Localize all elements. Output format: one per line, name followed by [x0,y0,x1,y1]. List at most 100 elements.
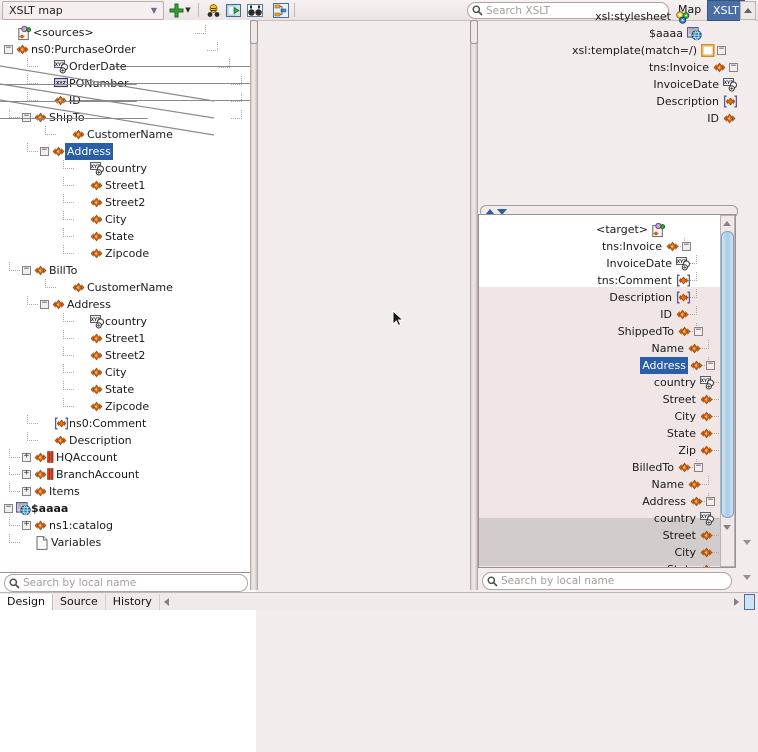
template-icon [701,44,715,57]
xsltree-row[interactable]: − xsl:template(match=/) [570,42,726,59]
left-splitter-grip[interactable] [250,20,258,44]
left-splitter[interactable] [250,20,258,590]
element-icon [700,444,713,457]
element-icon [723,112,736,125]
element-icon [700,427,713,440]
source-search-field[interactable] [4,574,248,592]
element-icon [666,240,679,253]
xsltree-row[interactable]: XYZ InvoiceDate [651,76,750,93]
layout-button[interactable] [271,1,291,19]
outer-scroll-down-icon[interactable] [743,540,751,545]
element-icon [688,478,701,491]
tgttree-row[interactable]: XYZ InvoiceDate [604,255,703,272]
collapse-toggle[interactable]: − [706,360,715,370]
element-icon [700,563,713,567]
tgttree-row[interactable]: XYZ country [652,510,727,527]
tgttree-row-label: <target> [596,223,648,236]
xsltree-row[interactable]: − tns:Invoice [647,59,738,76]
tgttree-row-label: tns:Invoice [601,240,662,253]
tgttree-row[interactable]: <target> [594,221,679,238]
outer-scroll-down-icon-2[interactable] [743,575,751,580]
tgttree-row[interactable]: − tns:Invoice [600,238,691,255]
tgttree-row[interactable]: ID [658,306,703,323]
tgttree-row[interactable]: − ShippedTo [616,323,703,340]
tgttree-row-label: ShippedTo [617,325,674,338]
source-search-input[interactable] [23,577,247,589]
tgttree-row-label: country [653,512,696,525]
tgttree-row[interactable]: Name [650,476,715,493]
tgttree-row-label: BilledTo [631,461,674,474]
element-icon [688,342,701,355]
element-icon [713,61,726,74]
tab-source[interactable]: Source [53,593,106,610]
attribute-icon: XYZ [676,257,690,271]
bottom-tab-bar: Design Source History [0,592,758,610]
tab-scroll-right-icon[interactable] [734,597,739,606]
tgttree-row[interactable]: − BilledTo [630,459,703,476]
collapse-toggle[interactable]: − [694,462,703,472]
element-icon [676,308,689,321]
tgttree-row[interactable]: tns:Comment [595,272,703,289]
attribute-icon: XYZ [700,376,714,390]
tgttree-row[interactable]: State [665,561,727,567]
right-splitter-grip[interactable] [470,20,478,44]
collapse-toggle[interactable]: − [694,326,703,336]
collapse-toggle[interactable]: − [706,496,715,506]
element-icon [690,359,703,372]
attribute-icon: XYZ [700,512,714,526]
element-icon [700,393,713,406]
xsltree-row[interactable]: Description [654,93,750,110]
tgttree-row[interactable]: State [665,425,727,442]
test-button[interactable] [245,1,265,19]
comment-icon [676,274,691,287]
target-search-field[interactable] [482,572,732,590]
tab-design-label: Design [7,595,45,608]
tgttree-row[interactable]: Street [661,527,727,544]
comment-icon [723,95,738,108]
collapse-toggle[interactable]: − [717,45,726,55]
view-toggle-xslt-label: XSLT [713,4,739,17]
tgttree-row-label: tns:Comment [597,274,672,287]
target-search-input[interactable] [501,575,731,587]
target-scroll-up-icon[interactable] [723,221,731,226]
tgttree-row-label: Address [642,495,686,508]
tgttree-row[interactable]: Name [650,340,715,357]
xsltree-row[interactable]: $aaaa [647,25,714,42]
tgttree-row[interactable]: Street [661,391,727,408]
tab-source-label: Source [59,595,98,608]
element-icon [678,461,691,474]
element-icon [700,529,713,542]
mapping-canvas[interactable] [0,0,214,570]
right-splitter[interactable] [470,20,478,590]
collapse-toggle[interactable]: − [729,62,738,72]
run-button[interactable] [224,1,244,19]
collapse-toggle[interactable]: − [682,241,691,251]
xsltree-row-label: $aaaa [649,27,683,40]
xsltree-row-label: xsl:template(match=/) [572,44,697,57]
search-icon [5,578,23,589]
horizontal-scroll-thumb[interactable] [744,593,755,610]
tab-scroll-left-icon[interactable] [163,597,169,606]
tgttree-row[interactable]: XYZ country [652,374,727,391]
tgttree-row-label: ID [660,308,672,321]
tgttree-row[interactable]: City [672,544,727,561]
xsltree-row[interactable]: xsl:stylesheet [593,8,702,25]
tgttree-row[interactable]: − Address [640,357,715,374]
target-scrollbar-thumb[interactable] [721,231,734,518]
xsltree-row-label: ID [707,112,719,125]
tab-history-label: History [112,595,152,608]
scroll-up-button[interactable] [740,1,756,20]
target-tree-panel[interactable]: <target> − tns:Invoice XYZ InvoiceDate tns:Co… [478,214,736,568]
tgttree-row[interactable]: Description [607,289,703,306]
attribute-icon: XYZ [723,78,737,92]
tgttree-row-label: country [653,376,696,389]
tab-history[interactable]: History [106,593,160,610]
mapping-links [0,65,214,136]
tgttree-row[interactable]: City [672,408,727,425]
element-icon [690,495,703,508]
target-scroll-down-icon[interactable] [723,525,731,530]
tgttree-row[interactable]: − Address [640,493,715,510]
mouse-cursor [392,310,405,327]
element-icon [700,546,713,559]
tab-design[interactable]: Design [0,593,53,610]
